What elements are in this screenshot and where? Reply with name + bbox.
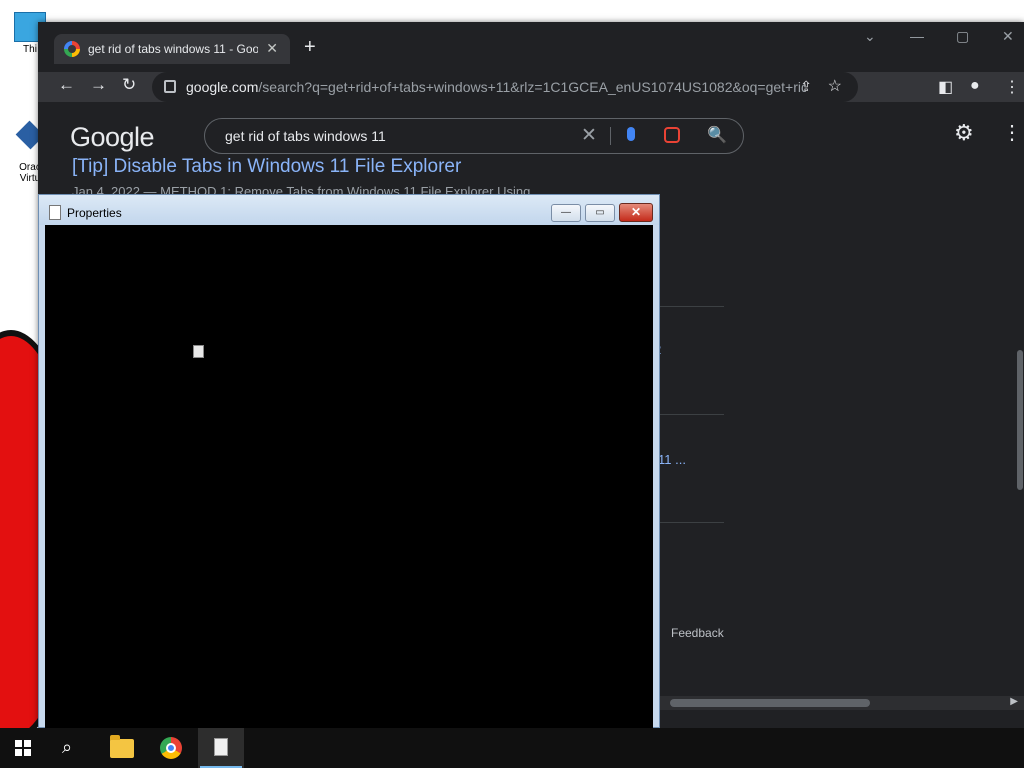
minimize-button[interactable]: — xyxy=(910,28,924,44)
scrollbar-thumb[interactable] xyxy=(670,699,870,707)
taskbar: ⌕ xyxy=(0,728,1024,768)
minimize-button[interactable]: — xyxy=(551,204,581,222)
new-tab-button[interactable]: + xyxy=(304,36,316,59)
taskbar-properties-button[interactable] xyxy=(198,728,244,768)
scroll-right-arrow-icon[interactable]: ▶ xyxy=(1010,696,1018,707)
properties-body xyxy=(45,225,653,729)
desktop-icon-label: Thi xyxy=(23,44,37,55)
windows-logo-pane xyxy=(15,740,22,747)
windows-logo-pane xyxy=(24,749,31,756)
bookmark-star-icon[interactable]: ☆ xyxy=(828,76,842,96)
close-button[interactable]: ✕ xyxy=(619,203,653,222)
result-divider xyxy=(658,306,724,307)
tab-google-search[interactable]: get rid of tabs windows 11 - Goo ✕ xyxy=(54,34,290,64)
search-box[interactable]: get rid of tabs windows 11 ✕ 🔍 xyxy=(204,118,744,154)
lock-icon[interactable] xyxy=(164,80,176,93)
chrome-menu-icon[interactable]: ⋮ xyxy=(1004,77,1020,97)
document-icon xyxy=(193,345,204,358)
settings-gear-icon[interactable]: ⚙ xyxy=(954,120,974,146)
search-query: get rid of tabs windows 11 xyxy=(225,128,386,144)
side-panel-icon[interactable]: ◧ xyxy=(938,77,953,97)
file-explorer-icon[interactable] xyxy=(110,735,134,758)
close-window-button[interactable]: ✕ xyxy=(1002,28,1014,45)
document-icon xyxy=(49,205,61,220)
profile-icon[interactable]: ● xyxy=(970,77,980,95)
properties-titlebar[interactable]: Properties — ▭ ✕ xyxy=(39,195,659,225)
vertical-scrollbar[interactable] xyxy=(1016,102,1024,728)
clear-search-icon[interactable]: ✕ xyxy=(581,124,597,147)
maximize-button[interactable]: ▭ xyxy=(585,204,615,222)
start-button[interactable] xyxy=(15,740,31,756)
back-button[interactable]: ← xyxy=(58,75,75,95)
result-divider xyxy=(658,522,724,523)
document-icon xyxy=(214,738,228,756)
properties-window: Properties — ▭ ✕ xyxy=(38,194,660,729)
url-text: google.com/search?q=get+rid+of+tabs+wind… xyxy=(186,79,806,95)
maximize-button[interactable]: ▢ xyxy=(956,28,969,45)
search-divider xyxy=(610,127,611,145)
google-favicon-icon xyxy=(64,41,80,57)
feedback-link[interactable]: Feedback xyxy=(671,626,724,640)
scrollbar-thumb[interactable] xyxy=(1017,350,1023,490)
browser-toolbar: ← → ↻ google.com/search?q=get+rid+of+tab… xyxy=(38,72,1024,102)
tab-search-icon[interactable]: ⌄ xyxy=(864,28,876,45)
windows-logo-pane xyxy=(15,749,22,756)
share-icon[interactable]: ⇪ xyxy=(800,78,812,95)
result-title-link[interactable]: [Tip] Disable Tabs in Windows 11 File Ex… xyxy=(72,156,461,178)
result-fragment-link[interactable]: 11 ... xyxy=(658,452,686,467)
tab-strip: get rid of tabs windows 11 - Goo ✕ + ⌄ —… xyxy=(38,22,1024,72)
result-divider xyxy=(658,414,724,415)
url-host: google.com xyxy=(186,79,259,95)
forward-button[interactable]: → xyxy=(90,75,107,95)
tab-close-icon[interactable]: ✕ xyxy=(266,40,278,57)
lens-search-icon[interactable] xyxy=(664,127,680,143)
tab-title: get rid of tabs windows 11 - Goo xyxy=(88,42,258,56)
chrome-icon[interactable] xyxy=(160,737,182,759)
voice-search-icon[interactable] xyxy=(627,127,635,141)
search-icon[interactable]: 🔍 xyxy=(707,125,727,145)
horizontal-scrollbar[interactable]: ▶ xyxy=(658,696,1024,710)
windows-logo-pane xyxy=(24,740,31,747)
window-title: Properties xyxy=(67,206,122,220)
url-path: /search?q=get+rid+of+tabs+windows+11&rlz… xyxy=(258,79,806,95)
taskbar-search-icon[interactable]: ⌕ xyxy=(62,737,72,758)
google-logo[interactable]: Google xyxy=(70,122,155,153)
address-bar[interactable]: google.com/search?q=get+rid+of+tabs+wind… xyxy=(152,72,858,102)
reload-button[interactable]: ↻ xyxy=(122,75,136,95)
